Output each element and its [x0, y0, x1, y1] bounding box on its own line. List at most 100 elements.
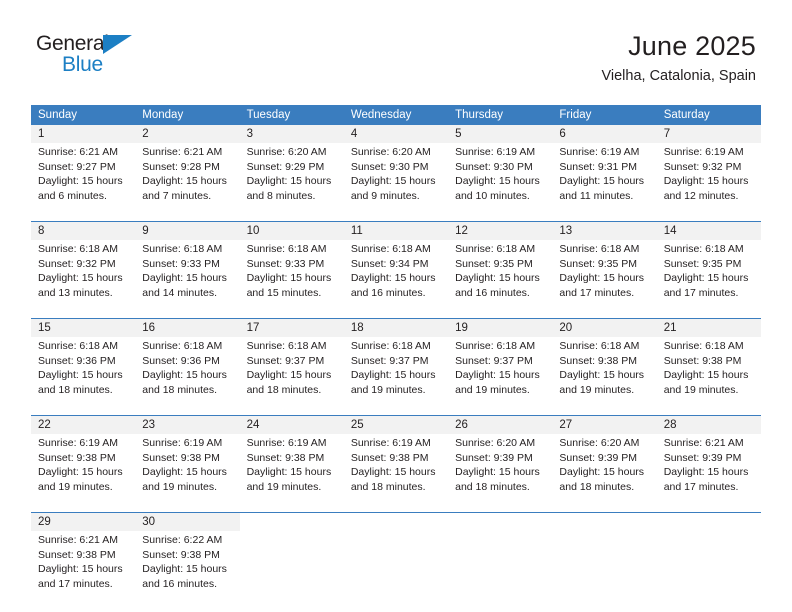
calendar-body: 1 2 3 4 5 6 7 Sunrise: 6:21 AM Sunset: 9:27 PM Da… — [31, 125, 761, 609]
day-number[interactable]: 3 — [239, 125, 344, 143]
day-detail-cell: Sunrise: 6:21 AM Sunset: 9:39 PM Daylight:… — [656, 434, 761, 513]
day-detail-empty — [552, 531, 657, 609]
calendar-page: General Blue June 2025 Vielha, Catalonia… — [0, 0, 792, 612]
day-daylight2-text: and 18 minutes. — [142, 383, 217, 396]
day-cell-empty — [448, 512, 553, 531]
day-sunrise-text: Sunrise: 6:19 AM — [350, 437, 431, 449]
day-number[interactable]: 1 — [31, 125, 136, 143]
week-daynumber-row: 22 23 24 25 26 27 28 — [31, 415, 761, 434]
day-sunset-text: Sunset: 9:27 PM — [38, 160, 116, 173]
weekday-header-wednesday: Wednesday — [343, 105, 449, 125]
day-number[interactable]: 30 — [135, 512, 240, 531]
day-sunrise-text: Sunrise: 6:19 AM — [455, 146, 536, 158]
week-daynumber-row: 1234567 — [31, 125, 761, 143]
day-daylight1-text: Daylight: 15 hours — [559, 272, 645, 285]
day-daylight1-text: Daylight: 15 hours — [663, 466, 749, 479]
day-sunset-text: Sunset: 9:29 PM — [246, 160, 325, 173]
day-number[interactable]: 17 — [239, 318, 344, 337]
day-sunrise-text: Sunrise: 6:18 AM — [246, 340, 327, 352]
day-number[interactable]: 5 — [448, 125, 553, 143]
day-sunrise-text: Sunrise: 6:21 AM — [38, 146, 118, 158]
day-detail-cell: Sunrise: 6:20 AM Sunset: 9:29 PM Daylight:… — [239, 143, 344, 222]
day-daylight1-text: Daylight: 15 hours — [455, 272, 540, 285]
day-number[interactable]: 16 — [135, 318, 240, 337]
day-number[interactable]: 10 — [239, 221, 344, 240]
day-detail-cell: Sunrise: 6:21 AM Sunset: 9:28 PM Daylight:… — [135, 143, 240, 222]
day-daylight1-text: Daylight: 15 hours — [455, 466, 540, 479]
day-sunset-text: Sunset: 9:35 PM — [663, 257, 742, 270]
day-detail-cell: Sunrise: 6:19 AM Sunset: 9:38 PM Daylight:… — [135, 434, 240, 513]
day-number[interactable]: 7 — [656, 125, 761, 143]
day-number[interactable]: 13 — [552, 221, 657, 240]
day-number[interactable]: 18 — [343, 318, 449, 337]
day-detail-empty — [239, 531, 344, 609]
day-sunrise-text: Sunrise: 6:20 AM — [350, 146, 431, 158]
weekday-header-friday: Friday — [552, 105, 657, 125]
day-number[interactable]: 4 — [343, 125, 449, 143]
day-sunset-text: Sunset: 9:36 PM — [142, 354, 220, 367]
day-daylight1-text: Daylight: 15 hours — [559, 369, 645, 382]
day-daylight1-text: Daylight: 15 hours — [455, 175, 540, 188]
weekday-header-monday: Monday — [135, 105, 240, 125]
week-detail-row: Sunrise: 6:18 AM Sunset: 9:32 PM Daylight:… — [31, 240, 761, 319]
day-detail-cell: Sunrise: 6:18 AM Sunset: 9:35 PM Daylight:… — [552, 240, 657, 319]
day-number[interactable]: 27 — [552, 415, 657, 434]
day-number[interactable]: 21 — [656, 318, 761, 337]
day-daylight2-text: and 19 minutes. — [559, 383, 635, 396]
day-daylight1-text: Daylight: 15 hours — [559, 466, 645, 479]
day-daylight1-text: Daylight: 15 hours — [663, 272, 749, 285]
day-sunrise-text: Sunrise: 6:21 AM — [38, 534, 118, 546]
day-number[interactable]: 2 — [135, 125, 240, 143]
day-daylight1-text: Daylight: 15 hours — [350, 272, 436, 285]
week-detail-row: Sunrise: 6:21 AM Sunset: 9:38 PM Daylight:… — [31, 531, 761, 609]
day-number[interactable]: 15 — [31, 318, 136, 337]
day-daylight2-text: and 19 minutes. — [38, 480, 113, 493]
day-daylight1-text: Daylight: 15 hours — [455, 369, 540, 382]
day-number[interactable]: 6 — [552, 125, 657, 143]
day-number[interactable]: 25 — [343, 415, 449, 434]
day-number[interactable]: 26 — [448, 415, 553, 434]
day-daylight2-text: and 14 minutes. — [142, 286, 217, 299]
day-daylight1-text: Daylight: 15 hours — [350, 175, 436, 188]
day-detail-cell: Sunrise: 6:18 AM Sunset: 9:36 PM Daylight:… — [135, 337, 240, 416]
day-number[interactable]: 14 — [656, 221, 761, 240]
day-detail-cell: Sunrise: 6:18 AM Sunset: 9:35 PM Daylight:… — [448, 240, 553, 319]
day-detail-cell: Sunrise: 6:20 AM Sunset: 9:39 PM Daylight:… — [448, 434, 553, 513]
day-daylight1-text: Daylight: 15 hours — [142, 563, 227, 576]
day-daylight2-text: and 17 minutes. — [38, 577, 113, 590]
day-daylight2-text: and 19 minutes. — [455, 383, 530, 396]
day-sunset-text: Sunset: 9:39 PM — [559, 451, 638, 464]
day-number[interactable]: 12 — [448, 221, 553, 240]
day-number[interactable]: 24 — [239, 415, 344, 434]
day-sunrise-text: Sunrise: 6:19 AM — [38, 437, 118, 449]
day-number[interactable]: 19 — [448, 318, 553, 337]
day-daylight2-text: and 10 minutes. — [455, 189, 530, 202]
day-number[interactable]: 20 — [552, 318, 657, 337]
day-sunset-text: Sunset: 9:31 PM — [559, 160, 638, 173]
calendar-header-row: Sunday Monday Tuesday Wednesday Thursday… — [31, 105, 761, 125]
day-detail-cell: Sunrise: 6:19 AM Sunset: 9:38 PM Daylight:… — [343, 434, 449, 513]
day-cell-empty — [343, 512, 449, 531]
general-blue-logo: General Blue — [36, 33, 156, 79]
day-number[interactable]: 23 — [135, 415, 240, 434]
day-number[interactable]: 28 — [656, 415, 761, 434]
day-detail-cell: Sunrise: 6:20 AM Sunset: 9:39 PM Daylight:… — [552, 434, 657, 513]
day-detail-cell: Sunrise: 6:18 AM Sunset: 9:38 PM Daylight:… — [552, 337, 657, 416]
day-detail-cell: Sunrise: 6:18 AM Sunset: 9:35 PM Daylight:… — [656, 240, 761, 319]
page-title: June 2025 — [628, 31, 756, 61]
day-number[interactable]: 8 — [31, 221, 136, 240]
day-daylight1-text: Daylight: 15 hours — [142, 175, 227, 188]
day-number[interactable]: 29 — [31, 512, 136, 531]
day-number[interactable]: 22 — [31, 415, 136, 434]
day-number[interactable]: 11 — [343, 221, 449, 240]
day-sunrise-text: Sunrise: 6:18 AM — [246, 243, 327, 255]
day-number[interactable]: 9 — [135, 221, 240, 240]
day-daylight1-text: Daylight: 15 hours — [142, 466, 227, 479]
day-daylight1-text: Daylight: 15 hours — [246, 175, 332, 188]
day-sunset-text: Sunset: 9:38 PM — [559, 354, 638, 367]
day-sunset-text: Sunset: 9:38 PM — [350, 451, 429, 464]
day-daylight2-text: and 17 minutes. — [663, 286, 739, 299]
day-daylight2-text: and 16 minutes. — [350, 286, 426, 299]
day-daylight2-text: and 13 minutes. — [38, 286, 113, 299]
day-sunset-text: Sunset: 9:35 PM — [559, 257, 638, 270]
